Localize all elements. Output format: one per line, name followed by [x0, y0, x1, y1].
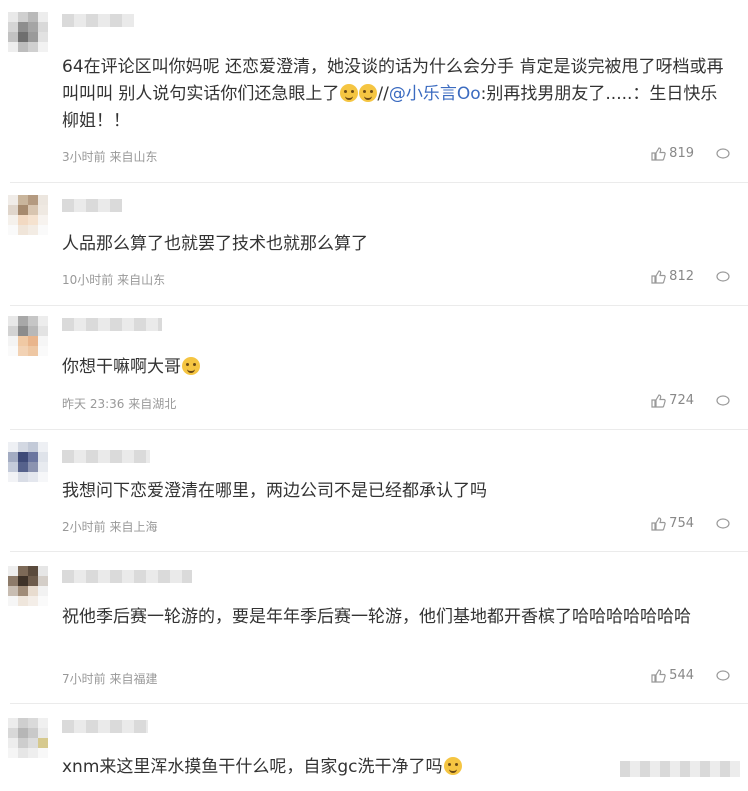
comment-item: 人品那么算了也就罢了技术也就那么算了 10小时前 来自山东 812	[0, 183, 748, 305]
comment-bubble-icon[interactable]	[716, 669, 730, 682]
thumbs-up-icon	[651, 269, 666, 284]
comment-item: 你想干嘛啊大哥 昨天 23:36 来自湖北 724	[0, 306, 748, 429]
comment-bubble-icon[interactable]	[716, 394, 730, 407]
avatar[interactable]	[8, 718, 48, 758]
comment-text: 你想干嘛啊大哥	[62, 354, 728, 381]
thumbs-up-icon	[651, 393, 666, 408]
like-button[interactable]: 724	[651, 393, 694, 408]
emoji-icon	[359, 84, 378, 102]
like-count: 544	[669, 668, 694, 683]
like-count: 754	[669, 516, 694, 531]
comment-bubble-icon[interactable]	[716, 517, 730, 530]
comment-meta: 10小时前 来自山东	[62, 273, 166, 287]
username-blurred[interactable]	[62, 570, 192, 583]
like-count: 812	[669, 269, 694, 284]
comment-meta: 昨天 23:36 来自湖北	[62, 397, 177, 411]
mention-link[interactable]: @小乐言Oo	[389, 84, 481, 104]
emoji-icon	[340, 84, 359, 102]
comment-item: xnm来这里浑水摸鱼干什么呢，自家gc洗干净了吗	[0, 704, 748, 791]
comment-meta: 3小时前 来自山东	[62, 150, 158, 164]
avatar[interactable]	[8, 195, 48, 235]
avatar[interactable]	[8, 316, 48, 356]
comment-text: 人品那么算了也就罢了技术也就那么算了	[62, 234, 368, 254]
username-blurred[interactable]	[62, 720, 148, 733]
comment-item: 64在评论区叫你妈呢 还恋爱澄清，她没谈的话为什么会分手 肯定是谈完被甩了呀档或…	[0, 0, 748, 182]
username-blurred[interactable]	[62, 450, 150, 463]
like-button[interactable]: 754	[651, 516, 694, 531]
comment-text: 64在评论区叫你妈呢 还恋爱澄清，她没谈的话为什么会分手 肯定是谈完被甩了呀档或…	[62, 57, 724, 131]
thumbs-up-icon	[651, 146, 666, 161]
comment-bubble-icon[interactable]	[716, 147, 730, 160]
comment-text: 祝他季后赛一轮游的，要是年年季后赛一轮游，他们基地都开香槟了哈哈哈哈哈哈哈	[62, 607, 691, 627]
comment-text: 我想问下恋爱澄清在哪里，两边公司不是已经都承认了吗	[62, 481, 487, 501]
thumbs-up-icon	[651, 668, 666, 683]
like-count: 819	[669, 146, 694, 161]
thumbs-up-icon	[651, 516, 666, 531]
comment-item: 我想问下恋爱澄清在哪里，两边公司不是已经都承认了吗 2小时前 来自上海 754	[0, 430, 748, 551]
emoji-icon	[443, 757, 462, 775]
avatar[interactable]	[8, 442, 48, 482]
username-blurred[interactable]	[62, 318, 162, 331]
comment-meta: 7小时前 来自福建	[62, 672, 158, 686]
comment-bubble-icon[interactable]	[716, 270, 730, 283]
like-button[interactable]: 819	[651, 146, 694, 161]
username-blurred[interactable]	[62, 199, 122, 212]
like-button[interactable]: 544	[651, 668, 694, 683]
comment-item: 祝他季后赛一轮游的，要是年年季后赛一轮游，他们基地都开香槟了哈哈哈哈哈哈哈 7小…	[0, 552, 748, 703]
avatar[interactable]	[8, 12, 48, 52]
avatar[interactable]	[8, 566, 48, 606]
emoji-icon	[182, 357, 200, 375]
like-button[interactable]: 812	[651, 269, 694, 284]
like-count: 724	[669, 393, 694, 408]
username-blurred[interactable]	[62, 14, 134, 27]
watermark-blurred	[620, 761, 740, 777]
comment-meta: 2小时前 来自上海	[62, 520, 158, 534]
